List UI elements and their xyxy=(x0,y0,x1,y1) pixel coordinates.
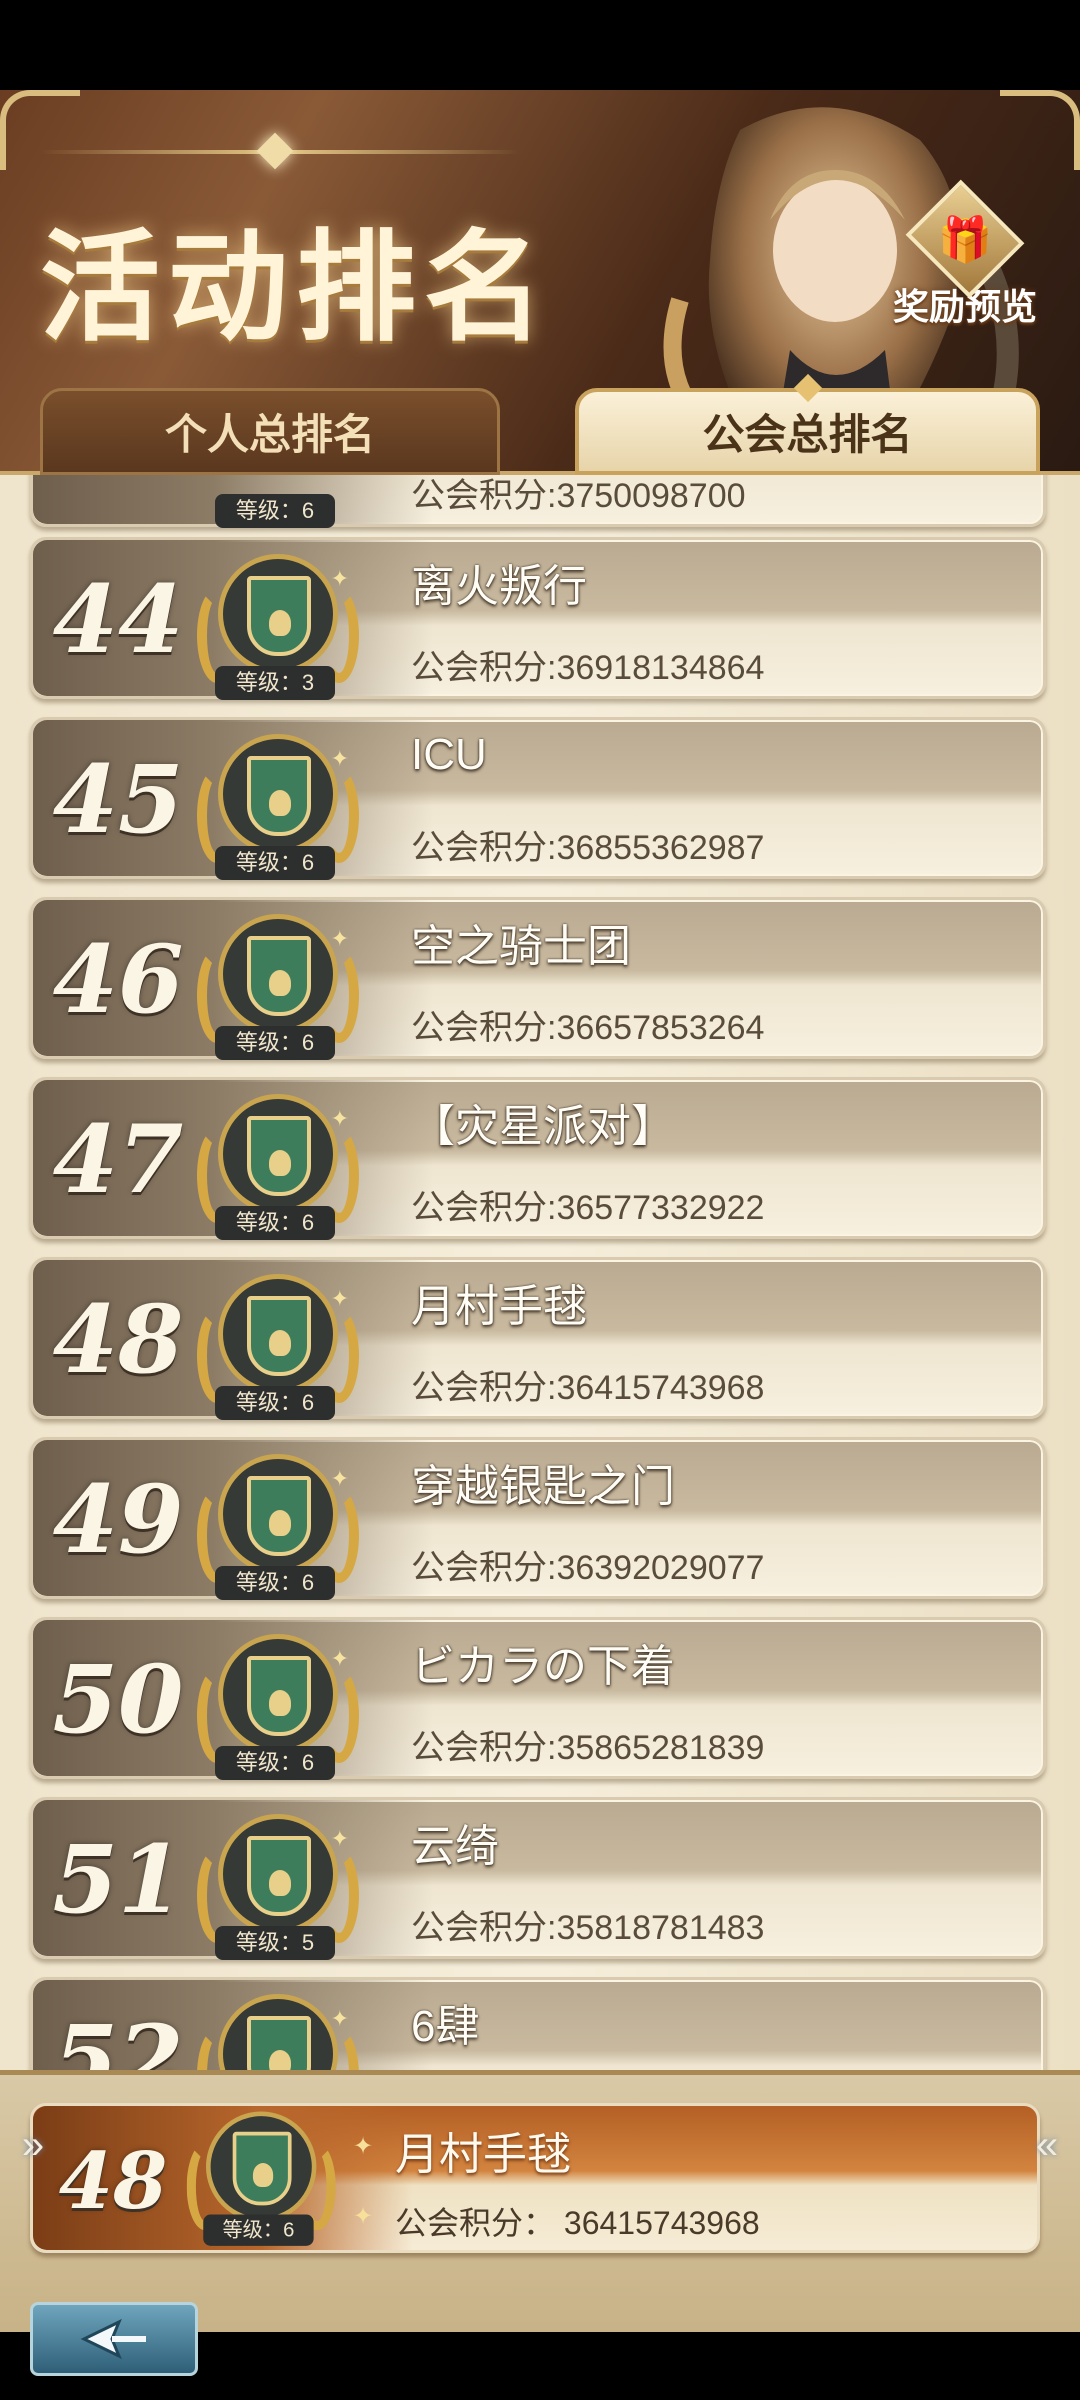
page-title: 活动排名 xyxy=(40,217,552,358)
list-item[interactable]: 44 ✦ 等级：3 离火叛行公会积分:36918134864 xyxy=(30,537,1046,700)
guild-level: 等级：6 xyxy=(203,2214,314,2246)
sparkle-icon: ✦ xyxy=(353,2203,374,2230)
guild-shield-icon xyxy=(247,1116,311,1196)
rank-number: 48 xyxy=(52,1285,184,1395)
guild-emblem: ✦ 等级：6 xyxy=(193,1448,363,1600)
rank-number: 50 xyxy=(52,1645,184,1755)
own-guild-row[interactable]: 48 等级：6 ✦ ✦ 月村手毬 公会积分： 36415743968 xyxy=(30,2103,1040,2253)
tab-guild-ranking[interactable]: 公会总排名 xyxy=(575,373,1040,475)
guild-level: 等级：5 xyxy=(215,1926,335,1960)
guild-score: 公会积分:36392029077 xyxy=(411,1549,765,1587)
list-item[interactable]: 等级：6 公会积分:3750098700 xyxy=(30,475,1046,528)
list-item[interactable]: 46 ✦ 等级：6 空之骑士团公会积分:36657853264 xyxy=(30,897,1046,1060)
guild-level: 等级：6 xyxy=(215,1566,335,1600)
tab-personal-ranking[interactable]: 个人总排名 xyxy=(40,388,500,475)
left-arrow-icon: » xyxy=(21,2123,45,2167)
guild-name: ビカラの下着 xyxy=(411,1642,675,1691)
sparkle-icon: ✦ xyxy=(330,926,349,951)
guild-emblem: ✦ 等级：6 xyxy=(193,908,363,1060)
guild-shield-icon xyxy=(247,2016,311,2070)
guild-shield-icon xyxy=(247,1836,311,1916)
guild-level: 等级：6 xyxy=(215,1206,335,1240)
own-rank-number: 48 xyxy=(58,2136,168,2227)
guild-emblem: ✦ 等级：6 xyxy=(193,728,363,880)
guild-shield-icon xyxy=(247,576,311,656)
guild-shield-icon xyxy=(247,756,311,836)
list-item[interactable]: 47 ✦ 等级：6 【灾星派对】公会积分:36577332922 xyxy=(30,1077,1046,1240)
list-item[interactable]: 49 ✦ 等级：6 穿越银匙之门公会积分:36392029077 xyxy=(30,1437,1046,1600)
status-bar-area xyxy=(0,0,1080,90)
sparkle-icon: ✦ xyxy=(353,2133,374,2160)
guild-level: 等级：6 xyxy=(215,1746,335,1780)
guild-level: 等级：6 xyxy=(215,494,335,528)
sparkle-icon: ✦ xyxy=(330,566,349,591)
guild-score: 公会积分:3750098700 xyxy=(411,477,746,515)
guild-shield-icon xyxy=(247,1296,311,1376)
guild-score: 公会积分:36577332922 xyxy=(411,1189,765,1227)
guild-score: 公会积分:36415743968 xyxy=(411,1369,765,1407)
guild-score: 公会积分:36855362987 xyxy=(411,829,765,867)
guild-level: 等级：6 xyxy=(215,846,335,880)
sparkle-icon: ✦ xyxy=(330,1106,349,1131)
list-item[interactable]: 48 ✦ 等级：6 月村手毬公会积分:36415743968 xyxy=(30,1257,1046,1420)
guild-emblem: 等级：6 xyxy=(193,475,363,528)
guild-emblem: 等级：6 xyxy=(183,2106,339,2246)
guild-name: 空之骑士团 xyxy=(411,922,631,971)
list-item[interactable]: 45 ✦ 等级：6 ICU 公会积分:36855362987 xyxy=(30,717,1046,880)
sparkle-icon: ✦ xyxy=(330,746,349,771)
rank-number: 46 xyxy=(52,925,184,1035)
sparkle-icon: ✦ xyxy=(330,1646,349,1671)
rank-number: 45 xyxy=(52,745,184,855)
reward-preview-button[interactable]: 🎁 奖励预览 xyxy=(890,179,1040,330)
own-guild-score: 公会积分： 36415743968 xyxy=(395,2205,760,2241)
guild-emblem: ✦ 等级：5 xyxy=(193,1808,363,1960)
sparkle-icon: ✦ xyxy=(330,2006,349,2031)
own-guild-name: 月村手毬 xyxy=(395,2130,571,2179)
guild-emblem: ✦ 等级：6 xyxy=(193,1268,363,1420)
rank-number: 49 xyxy=(52,1465,184,1575)
guild-score: 公会积分:35818781483 xyxy=(411,1909,765,1947)
back-button[interactable] xyxy=(30,2302,198,2376)
guild-level: 等级：3 xyxy=(215,666,335,700)
guild-score: 公会积分:36657853264 xyxy=(411,1009,765,1047)
title-ornament-gem xyxy=(256,132,294,170)
guild-shield-icon xyxy=(247,1656,311,1736)
guild-emblem: ✦ 等级：6 xyxy=(193,1088,363,1240)
guild-shield-icon xyxy=(232,2131,292,2206)
ranking-list[interactable]: 等级：6 公会积分:3750098700 44 ✦ 等级：3 离火叛行公会积分:369… xyxy=(0,475,1080,2070)
guild-emblem: ✦ 等级：3 xyxy=(193,548,363,700)
guild-name: 云绮 xyxy=(411,1822,499,1871)
tab-guild-ranking-label: 公会总排名 xyxy=(702,411,913,458)
guild-level: 等级：6 xyxy=(215,1026,335,1060)
sparkle-icon: ✦ xyxy=(330,1466,349,1491)
guild-name: 离火叛行 xyxy=(411,562,587,611)
frame-corner-left xyxy=(0,90,80,170)
own-rank-panel: 48 等级：6 ✦ ✦ 月村手毬 公会积分： 36415743968 xyxy=(0,2070,1080,2332)
guild-emblem: ✦ 等级：6 xyxy=(193,1628,363,1780)
guild-name: 穿越银匙之门 xyxy=(411,1462,675,1511)
gift-icon: 🎁 xyxy=(937,214,993,264)
sparkle-icon: ✦ xyxy=(330,1286,349,1311)
guild-score: 公会积分:35865281839 xyxy=(411,1729,765,1767)
guild-level: 等级：6 xyxy=(215,1386,335,1420)
guild-score: 公会积分:36918134864 xyxy=(411,649,765,687)
guild-name: ICU xyxy=(411,730,487,779)
right-arrow-icon: « xyxy=(1035,2123,1059,2167)
guild-shield-icon xyxy=(247,1476,311,1556)
list-item[interactable]: 50 ✦ 等级：6 ビカラの下着公会积分:35865281839 xyxy=(30,1617,1046,1780)
list-item[interactable]: 52 ✦ 6肆 xyxy=(30,1977,1046,2070)
guild-emblem: ✦ xyxy=(193,1988,363,2070)
list-item[interactable]: 51 ✦ 等级：5 云绮公会积分:35818781483 xyxy=(30,1797,1046,1960)
rank-number: 44 xyxy=(52,565,184,675)
guild-shield-icon xyxy=(247,936,311,1016)
rank-number: 47 xyxy=(52,1105,184,1215)
sparkle-icon: ✦ xyxy=(330,1826,349,1851)
back-arrow-icon xyxy=(80,2318,146,2360)
guild-name: 月村手毬 xyxy=(411,1282,587,1331)
rank-number: 51 xyxy=(52,1825,184,1935)
rank-number: 52 xyxy=(52,2005,184,2070)
guild-name: 6肆 xyxy=(411,2002,480,2051)
guild-name: 【灾星派对】 xyxy=(411,1102,675,1151)
